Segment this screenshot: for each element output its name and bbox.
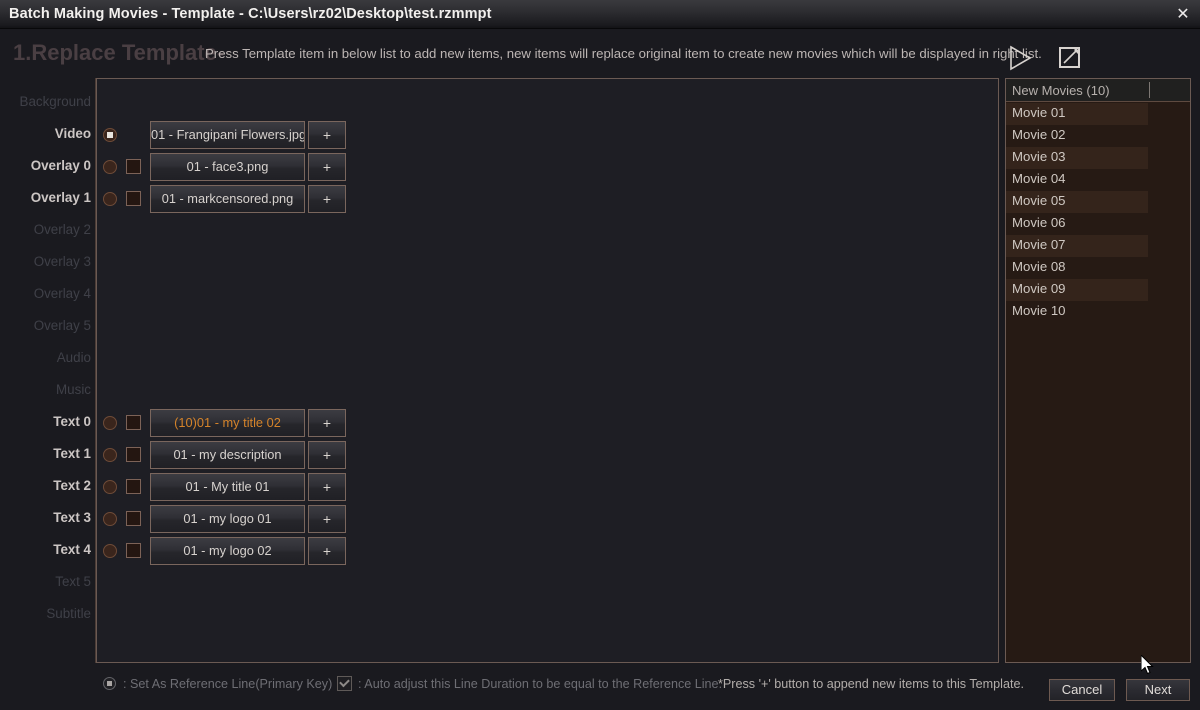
list-item[interactable]: Movie 10 [1006, 301, 1190, 323]
track-label-overlay-5: Overlay 5 [33, 318, 91, 333]
column-divider[interactable] [1149, 82, 1150, 98]
next-button[interactable]: Next [1126, 679, 1190, 701]
new-movies-header-label: New Movies (10) [1012, 83, 1110, 98]
close-icon[interactable]: ✕ [1172, 3, 1194, 25]
page-title: 1.Replace Template- [13, 40, 225, 65]
auto-adjust-checkbox[interactable] [126, 511, 141, 526]
list-item[interactable]: Movie 05 [1006, 191, 1190, 213]
list-item[interactable]: Movie 01 [1006, 103, 1190, 125]
auto-adjust-checkbox[interactable] [126, 159, 141, 174]
add-item-button[interactable]: + [308, 153, 346, 181]
auto-adjust-checkbox[interactable] [126, 447, 141, 462]
reference-line-radio[interactable] [103, 160, 117, 174]
template-item-button[interactable]: 01 - my logo 01 [150, 505, 305, 533]
template-item-button[interactable]: 01 - my description [150, 441, 305, 469]
track-label-background: Background [19, 94, 91, 109]
new-movies-panel: New Movies (10) Movie 01 Movie 02 Movie 03… [1005, 78, 1191, 663]
list-item-label: Movie 08 [1012, 259, 1066, 274]
reference-line-radio[interactable] [103, 192, 117, 206]
track-label-overlay-2: Overlay 2 [33, 222, 91, 237]
legend-auto-adjust-label: : Auto adjust this Line Duration to be e… [358, 677, 723, 691]
window-title: Batch Making Movies - Template - C:\User… [9, 6, 492, 22]
list-item[interactable]: Movie 09 [1006, 279, 1190, 301]
auto-adjust-checkbox[interactable] [126, 543, 141, 558]
list-item-label: Movie 10 [1012, 303, 1066, 318]
play-icon[interactable] [1006, 43, 1034, 73]
track-label-subtitle: Subtitle [46, 606, 91, 621]
list-item[interactable]: Movie 06 [1006, 213, 1190, 235]
reference-line-radio[interactable] [103, 448, 117, 462]
template-item-button[interactable]: 01 - face3.png [150, 153, 305, 181]
template-item-button[interactable]: 01 - Frangipani Flowers.jpg [150, 121, 305, 149]
reference-line-radio[interactable] [103, 544, 117, 558]
list-item-label: Movie 09 [1012, 281, 1066, 296]
add-item-button[interactable]: + [308, 409, 346, 437]
list-item[interactable]: Movie 08 [1006, 257, 1190, 279]
add-item-button[interactable]: + [308, 505, 346, 533]
edit-template-icon[interactable] [1057, 45, 1083, 71]
legend-reference-label: : Set As Reference Line(Primary Key) [123, 677, 333, 691]
auto-adjust-checkbox[interactable] [126, 191, 141, 206]
add-item-button[interactable]: + [308, 441, 346, 469]
auto-adjust-checkbox[interactable] [126, 415, 141, 430]
reference-line-radio[interactable] [103, 416, 117, 430]
track-label-overlay-4: Overlay 4 [33, 286, 91, 301]
template-item-button[interactable]: 01 - My title 01 [150, 473, 305, 501]
list-item-label: Movie 06 [1012, 215, 1066, 230]
add-item-button[interactable]: + [308, 185, 346, 213]
header-description: Press Template item in below list to add… [205, 46, 1042, 61]
reference-line-radio[interactable] [103, 480, 117, 494]
cancel-button[interactable]: Cancel [1049, 679, 1115, 701]
new-movies-list-header: New Movies (10) [1006, 79, 1190, 102]
footer-note: *Press '+' button to append new items to… [718, 677, 1024, 691]
auto-adjust-checkbox[interactable] [126, 479, 141, 494]
list-item[interactable]: Movie 07 [1006, 235, 1190, 257]
new-movies-list[interactable]: Movie 01 Movie 02 Movie 03 Movie 04 Movie 05… [1006, 103, 1190, 323]
reference-line-radio[interactable] [103, 512, 117, 526]
add-item-button[interactable]: + [308, 473, 346, 501]
template-item-button[interactable]: 01 - markcensored.png [150, 185, 305, 213]
track-label-text-5: Text 5 [55, 574, 91, 589]
track-label-music: Music [56, 382, 91, 397]
list-item-label: Movie 01 [1012, 105, 1066, 120]
reference-line-radio[interactable] [103, 128, 117, 142]
list-item-label: Movie 05 [1012, 193, 1066, 208]
template-item-button[interactable]: (10)01 - my title 02 [150, 409, 305, 437]
list-item-label: Movie 04 [1012, 171, 1066, 186]
track-label-overlay-3: Overlay 3 [33, 254, 91, 269]
list-item[interactable]: Movie 02 [1006, 125, 1190, 147]
list-item-label: Movie 07 [1012, 237, 1066, 252]
list-item-label: Movie 02 [1012, 127, 1066, 142]
list-item-label: Movie 03 [1012, 149, 1066, 164]
legend-radio-icon [103, 677, 116, 690]
track-label-audio: Audio [56, 350, 91, 365]
add-item-button[interactable]: + [308, 121, 346, 149]
template-item-button[interactable]: 01 - my logo 02 [150, 537, 305, 565]
list-item[interactable]: Movie 03 [1006, 147, 1190, 169]
legend-checkbox-icon [337, 676, 352, 691]
add-item-button[interactable]: + [308, 537, 346, 565]
window-titlebar: Batch Making Movies - Template - C:\User… [0, 0, 1200, 29]
list-item[interactable]: Movie 04 [1006, 169, 1190, 191]
